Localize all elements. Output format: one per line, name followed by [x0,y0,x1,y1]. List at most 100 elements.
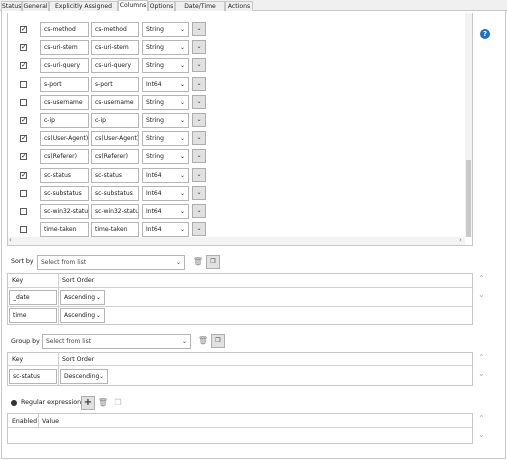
column-enabled-checkbox[interactable] [20,99,27,106]
column-field-input[interactable]: sc-status [40,168,89,183]
column-field-input[interactable]: time-taken [40,222,89,237]
column-name-input[interactable]: sc-win32-status [91,204,139,219]
column-options-button[interactable]: ⌄ [192,22,206,36]
column-options-button[interactable]: ⌄ [192,58,206,72]
tab-status[interactable]: Status [1,1,22,11]
scroll-right-icon[interactable]: › [459,236,462,244]
group-by-copy-icon[interactable]: ❐ [211,334,225,348]
columns-horizontal-scrollbar[interactable]: ‹ › [8,236,465,245]
tab-options[interactable]: Options [148,1,175,11]
column-enabled-checkbox[interactable] [20,226,27,233]
column-type-select[interactable]: String ⌄ [142,131,189,146]
group-order-select[interactable]: Descending ⌄ [60,369,108,384]
sort-by-select[interactable]: Select from list ⌄ [37,255,185,270]
column-field-input[interactable]: c-ip [40,113,89,128]
column-field-input[interactable]: cs(User-Agent) [40,131,89,146]
column-options-button[interactable]: ⌄ [192,149,206,163]
column-name-input[interactable]: sc-status [91,168,139,183]
sort-move-up-icon[interactable]: ⌃ [478,274,485,283]
column-field-input[interactable]: cs(Referer) [40,149,89,164]
regex-delete-icon[interactable]: 🗑 [97,397,109,409]
sort-move-down-icon[interactable]: ⌄ [478,290,485,299]
column-name-input[interactable]: sc-substatus [91,186,139,201]
column-enabled-checkbox[interactable]: ✓ [20,44,27,51]
column-type-select[interactable]: String ⌄ [142,40,189,55]
column-name-input[interactable]: cs(Referer) [91,149,139,164]
column-field-input[interactable]: s-port [40,77,89,92]
column-field-input[interactable]: cs-uri-query [40,58,89,73]
column-name-input[interactable]: cs-uri-stem [91,40,139,55]
column-field-input[interactable]: sc-substatus [40,186,89,201]
column-enabled-checkbox[interactable] [20,208,27,215]
chevron-down-icon: ⌄ [196,25,202,32]
scroll-left-icon[interactable]: ‹ [9,236,12,244]
column-field-input[interactable]: sc-win32-status [40,204,89,219]
column-type-select[interactable]: Int64 ⌄ [142,168,189,183]
column-name-input[interactable]: cs-uri-query [91,58,139,73]
group-move-down-icon[interactable]: ⌄ [478,369,485,378]
column-name-input[interactable]: cs-username [91,95,139,110]
tab-explicitly-assigned-logs[interactable]: Explicitly Assigned Logs [49,1,118,19]
regex-move-down-icon[interactable]: ⌄ [478,430,485,439]
column-field-input[interactable]: cs-uri-stem [40,40,89,55]
column-name-input[interactable]: s-port [91,77,139,92]
column-type-select[interactable]: Int64 ⌄ [142,204,189,219]
column-type-select[interactable]: String ⌄ [142,22,189,37]
columns-vertical-scrollbar-thumb[interactable] [466,160,471,237]
column-enabled-checkbox[interactable]: ✓ [20,153,27,160]
column-type-select[interactable]: Int64 ⌄ [142,222,189,237]
column-type-value: Int64 [146,172,162,179]
chevron-down-icon: ⌄ [196,80,202,87]
tab-general[interactable]: General [22,1,49,11]
sort-order-select[interactable]: Ascending ⌄ [60,308,105,323]
column-options-button[interactable]: ⌄ [192,222,206,236]
column-enabled-checkbox[interactable]: ✓ [20,172,27,179]
column-options-button[interactable]: ⌄ [192,204,206,218]
column-type-select[interactable]: Int64 ⌄ [142,186,189,201]
group-by-delete-icon[interactable]: 🗑 [197,335,209,347]
help-icon[interactable]: ? [480,29,490,39]
regex-copy-icon[interactable]: ❐ [112,397,124,409]
column-enabled-checkbox[interactable] [20,81,27,88]
column-type-select[interactable]: String ⌄ [142,149,189,164]
sort-key-field[interactable]: time [9,308,57,323]
regex-toggle-icon[interactable] [11,400,17,406]
column-type-select[interactable]: Int64 ⌄ [142,77,189,92]
tab-date-time-range[interactable]: Date/Time Range [175,1,225,19]
column-options-button[interactable]: ⌄ [192,186,206,200]
regex-add-icon[interactable]: + [81,396,95,410]
sort-order-select[interactable]: Ascending ⌄ [60,290,105,305]
column-enabled-checkbox[interactable]: ✓ [20,117,27,124]
column-options-button[interactable]: ⌄ [192,168,206,182]
column-enabled-checkbox[interactable]: ✓ [20,26,27,33]
column-enabled-checkbox[interactable]: ✓ [20,62,27,69]
column-options-button[interactable]: ⌄ [192,40,206,54]
column-name-input[interactable]: cs(User-Agent) [91,131,139,146]
column-field-input[interactable]: cs-username [40,95,89,110]
group-by-select[interactable]: Select from list ⌄ [42,334,191,349]
group-move-up-icon[interactable]: ⌃ [478,353,485,362]
chevron-down-icon: ⌄ [98,373,104,380]
column-enabled-checkbox[interactable]: ✓ [20,135,27,142]
column-options-button[interactable]: ⌄ [192,131,206,145]
group-key-header: Key [12,356,24,363]
column-type-value: String [146,153,164,160]
column-options-button[interactable]: ⌄ [192,113,206,127]
sort-key-field[interactable]: _date [9,290,57,305]
tab-actions[interactable]: Actions [225,1,253,11]
column-options-button[interactable]: ⌄ [192,95,206,109]
sort-by-delete-icon[interactable]: 🗑 [192,256,204,268]
column-name-input[interactable]: cs-method [91,22,139,37]
column-type-select[interactable]: String ⌄ [142,95,189,110]
column-type-value: String [146,44,164,51]
column-options-button[interactable]: ⌄ [192,77,206,91]
regex-move-up-icon[interactable]: ⌃ [478,414,485,423]
group-key-field[interactable]: sc-status [9,369,57,384]
sort-by-copy-icon[interactable]: ❐ [206,255,220,269]
column-type-select[interactable]: String ⌄ [142,58,189,73]
column-field-input[interactable]: cs-method [40,22,89,37]
column-type-select[interactable]: String ⌄ [142,113,189,128]
column-name-input[interactable]: c-ip [91,113,139,128]
column-enabled-checkbox[interactable] [20,190,27,197]
column-name-input[interactable]: time-taken [91,222,139,237]
